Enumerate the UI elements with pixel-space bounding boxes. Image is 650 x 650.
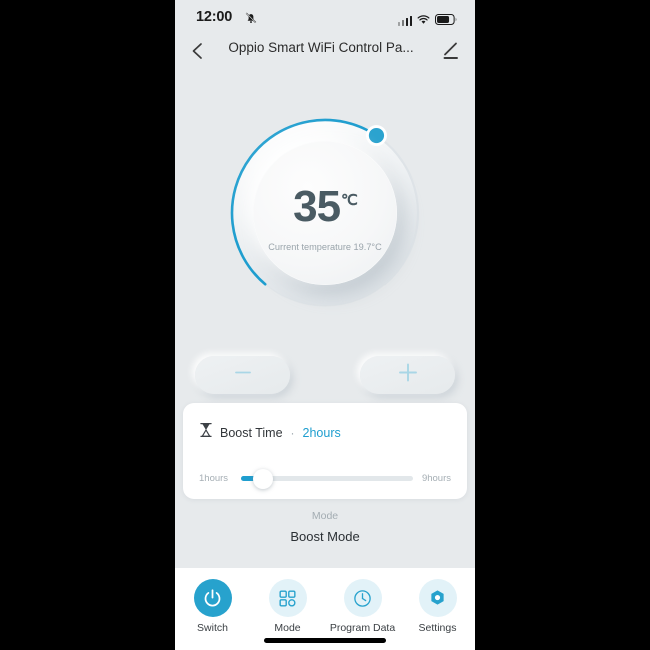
current-temperature-label: Current temperature 19.7°C [268,242,382,252]
decrease-temperature-button[interactable] [195,356,290,394]
temperature-dial[interactable]: 35℃ Current temperature 19.7°C [225,113,425,313]
dial-face: 35℃ Current temperature 19.7°C [253,141,397,285]
nav-item-program-data[interactable]: Program Data [325,579,400,634]
boost-time-slider[interactable]: 1hours 9hours [199,467,451,491]
page-title: Oppio Smart WiFi Control Pa... [228,40,414,55]
mode-value[interactable]: Boost Mode [175,529,475,544]
status-time: 12:00 [196,9,233,25]
nav-label-program-data: Program Data [329,622,396,634]
power-icon [204,588,221,606]
signal-bars-icon [397,16,412,26]
battery-icon [435,12,457,30]
mode-icon-bg [268,579,307,617]
target-temperature-value: 35 [293,182,341,231]
home-indicator [264,638,386,643]
nav-item-settings[interactable]: Settings [400,579,475,634]
nav-label-mode: Mode [274,622,301,634]
grid-icon [279,589,296,607]
slider-min-label: 1hours [199,473,229,484]
hex-gear-icon [431,589,444,605]
boost-separator: · [290,425,295,440]
dial-knob[interactable] [368,127,385,144]
status-bar: 12:00 [175,0,475,34]
clock-icon [354,589,371,607]
minus-icon [232,362,254,389]
back-button[interactable] [185,38,211,64]
plus-icon [396,361,420,390]
nav-label-settings: Settings [418,622,457,634]
increase-temperature-button[interactable] [360,356,455,394]
boost-time-label: Boost Time [220,425,283,440]
target-temperature: 35℃ [253,185,397,229]
wifi-icon [417,12,430,30]
edit-button[interactable] [439,39,463,63]
settings-icon-bg [418,579,457,617]
status-icons [397,12,458,30]
phone-screen: 12:00 Oppio Smart WiFi Control Pa... 35℃… [175,0,475,650]
temperature-unit: ℃ [341,191,358,209]
bell-mute-icon [244,11,258,30]
chevron-left-icon [192,43,202,59]
boost-time-value[interactable]: 2hours [303,426,341,440]
boost-time-card: Boost Time · 2hours 1hours 9hours [183,403,467,499]
slider-max-label: 9hours [421,473,451,484]
slider-track[interactable] [241,468,413,489]
pencil-icon [443,42,458,59]
slider-thumb[interactable] [253,468,274,489]
nav-header: Oppio Smart WiFi Control Pa... [175,34,475,68]
boost-time-header: Boost Time · 2hours [199,422,341,443]
program-data-icon-bg [343,579,382,617]
nav-item-mode[interactable]: Mode [250,579,325,634]
nav-item-switch[interactable]: Switch [175,579,250,634]
mode-caption: Mode [311,510,339,522]
hourglass-icon [199,422,213,443]
switch-icon-bg [193,579,232,617]
nav-label-switch: Switch [197,622,228,634]
